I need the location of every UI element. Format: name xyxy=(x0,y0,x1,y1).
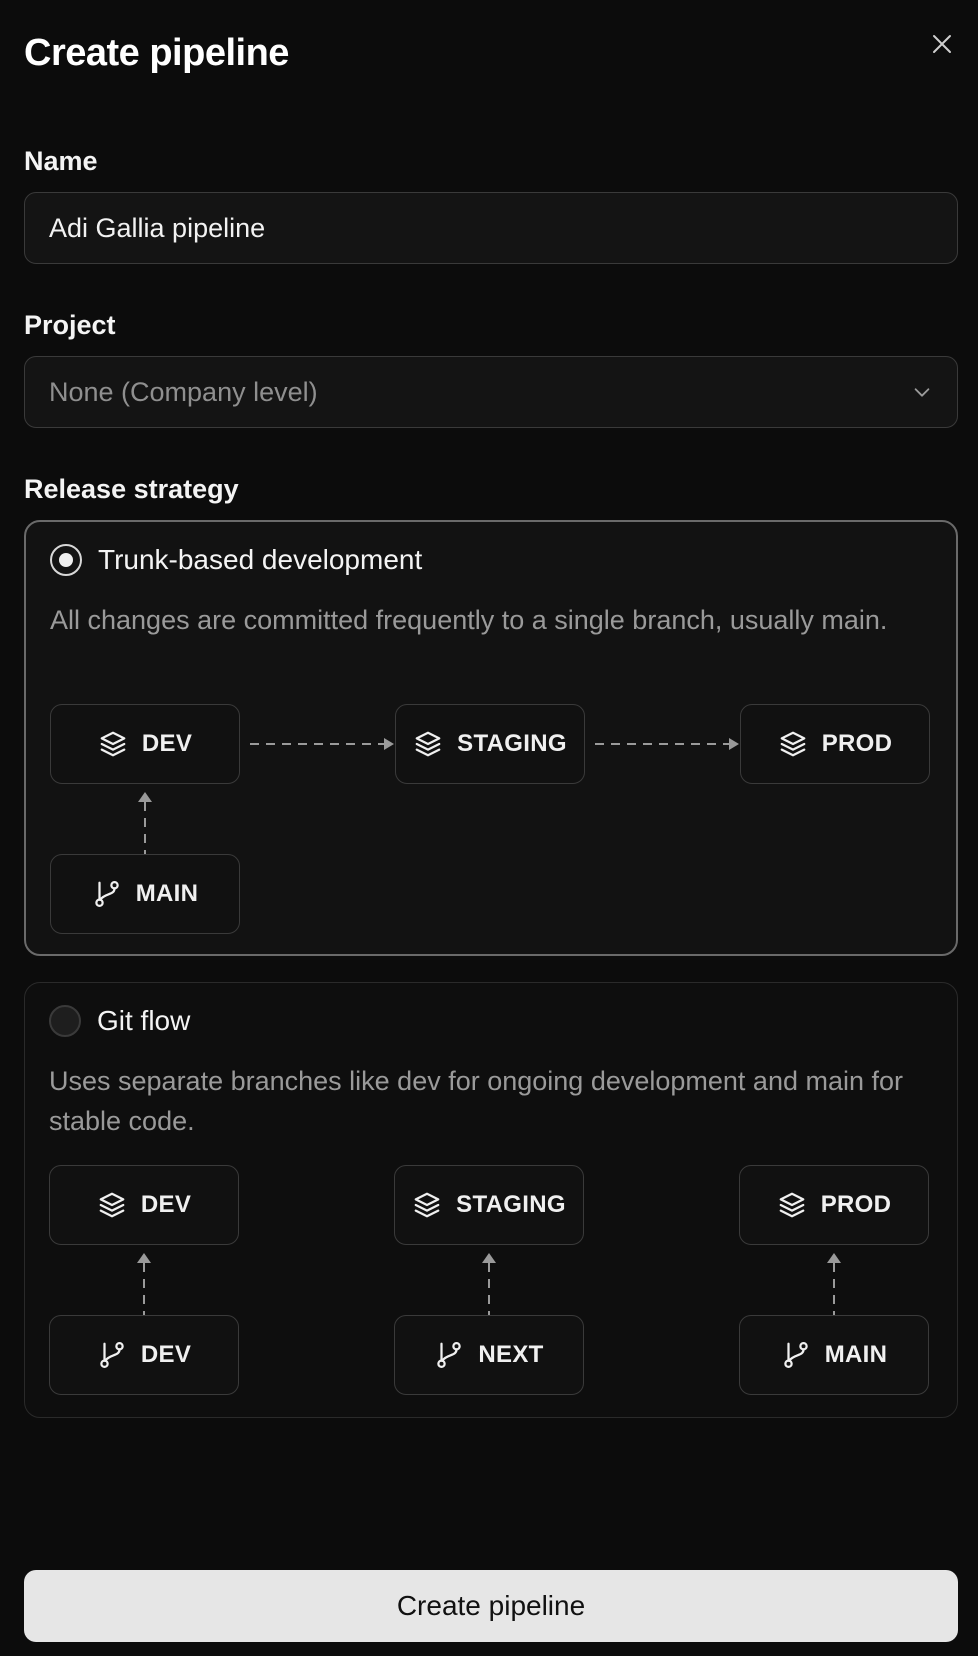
strategy-option-git-flow[interactable]: Git flow Uses separate branches like dev… xyxy=(24,982,958,1418)
branch-node-label: MAIN xyxy=(824,1341,888,1368)
arrow-dev-branch-to-dev xyxy=(137,1253,151,1315)
close-button[interactable] xyxy=(926,28,958,60)
layers-icon xyxy=(778,729,808,759)
git-branch-icon xyxy=(434,1340,464,1370)
name-label: Name xyxy=(24,146,98,176)
close-icon xyxy=(933,35,951,53)
branch-node-label: NEXT xyxy=(478,1341,544,1368)
layers-icon xyxy=(777,1190,807,1220)
arrow-staging-to-prod xyxy=(595,738,739,750)
branch-node-label: MAIN xyxy=(135,880,199,907)
branch-node-label: DEV xyxy=(140,1341,192,1368)
env-node-prod: PROD xyxy=(739,1165,929,1245)
create-pipeline-dialog: Create pipeline Name Project None (Compa… xyxy=(0,0,978,1656)
strategy-description-trunk-based: All changes are committed frequently to … xyxy=(50,605,888,635)
branch-node-main: MAIN xyxy=(739,1315,929,1395)
radio-row-git-flow[interactable]: Git flow xyxy=(49,1005,190,1037)
arrow-main-to-dev xyxy=(138,792,152,854)
env-node-label: DEV xyxy=(140,1191,192,1218)
project-label: Project xyxy=(24,310,116,340)
git-branch-icon xyxy=(97,1340,127,1370)
env-node-dev: DEV xyxy=(49,1165,239,1245)
release-strategy-label: Release strategy xyxy=(24,474,239,504)
layers-icon xyxy=(97,1190,127,1220)
git-branch-icon xyxy=(781,1340,811,1370)
env-node-label: STAGING xyxy=(456,1191,566,1218)
env-node-label: DEV xyxy=(141,730,193,757)
strategy-label-git-flow: Git flow xyxy=(97,1005,191,1036)
env-node-prod: PROD xyxy=(740,704,930,784)
arrow-next-to-staging xyxy=(482,1253,496,1315)
layers-icon xyxy=(412,1190,442,1220)
layers-icon xyxy=(98,729,128,759)
project-select[interactable]: None (Company level) xyxy=(24,356,958,428)
radio-button-trunk-based[interactable] xyxy=(50,544,82,576)
env-node-label: STAGING xyxy=(457,730,567,757)
name-input[interactable] xyxy=(49,212,933,244)
layers-icon xyxy=(413,729,443,759)
env-node-label: PROD xyxy=(821,730,893,757)
env-node-label: PROD xyxy=(820,1191,892,1218)
env-node-staging: STAGING xyxy=(394,1165,584,1245)
radio-button-git-flow[interactable] xyxy=(49,1005,81,1037)
radio-row-trunk-based[interactable]: Trunk-based development xyxy=(50,544,422,576)
name-field-container xyxy=(24,192,958,264)
arrow-dev-to-staging xyxy=(250,738,394,750)
branch-node-main: MAIN xyxy=(50,854,240,934)
git-branch-icon xyxy=(92,879,122,909)
create-pipeline-button[interactable]: Create pipeline xyxy=(24,1570,958,1642)
project-selected-value: None (Company level) xyxy=(49,376,318,407)
strategy-description-git-flow: Uses separate branches like dev for ongo… xyxy=(49,1066,904,1136)
strategy-label-trunk-based: Trunk-based development xyxy=(98,544,423,575)
env-node-dev: DEV xyxy=(50,704,240,784)
branch-node-next: NEXT xyxy=(394,1315,584,1395)
env-node-staging: STAGING xyxy=(395,704,585,784)
chevron-down-icon xyxy=(914,388,930,397)
arrow-main-to-prod xyxy=(827,1253,841,1315)
branch-node-dev: DEV xyxy=(49,1315,239,1395)
strategy-option-trunk-based[interactable]: Trunk-based development All changes are … xyxy=(24,520,958,956)
dialog-title: Create pipeline xyxy=(24,32,289,74)
